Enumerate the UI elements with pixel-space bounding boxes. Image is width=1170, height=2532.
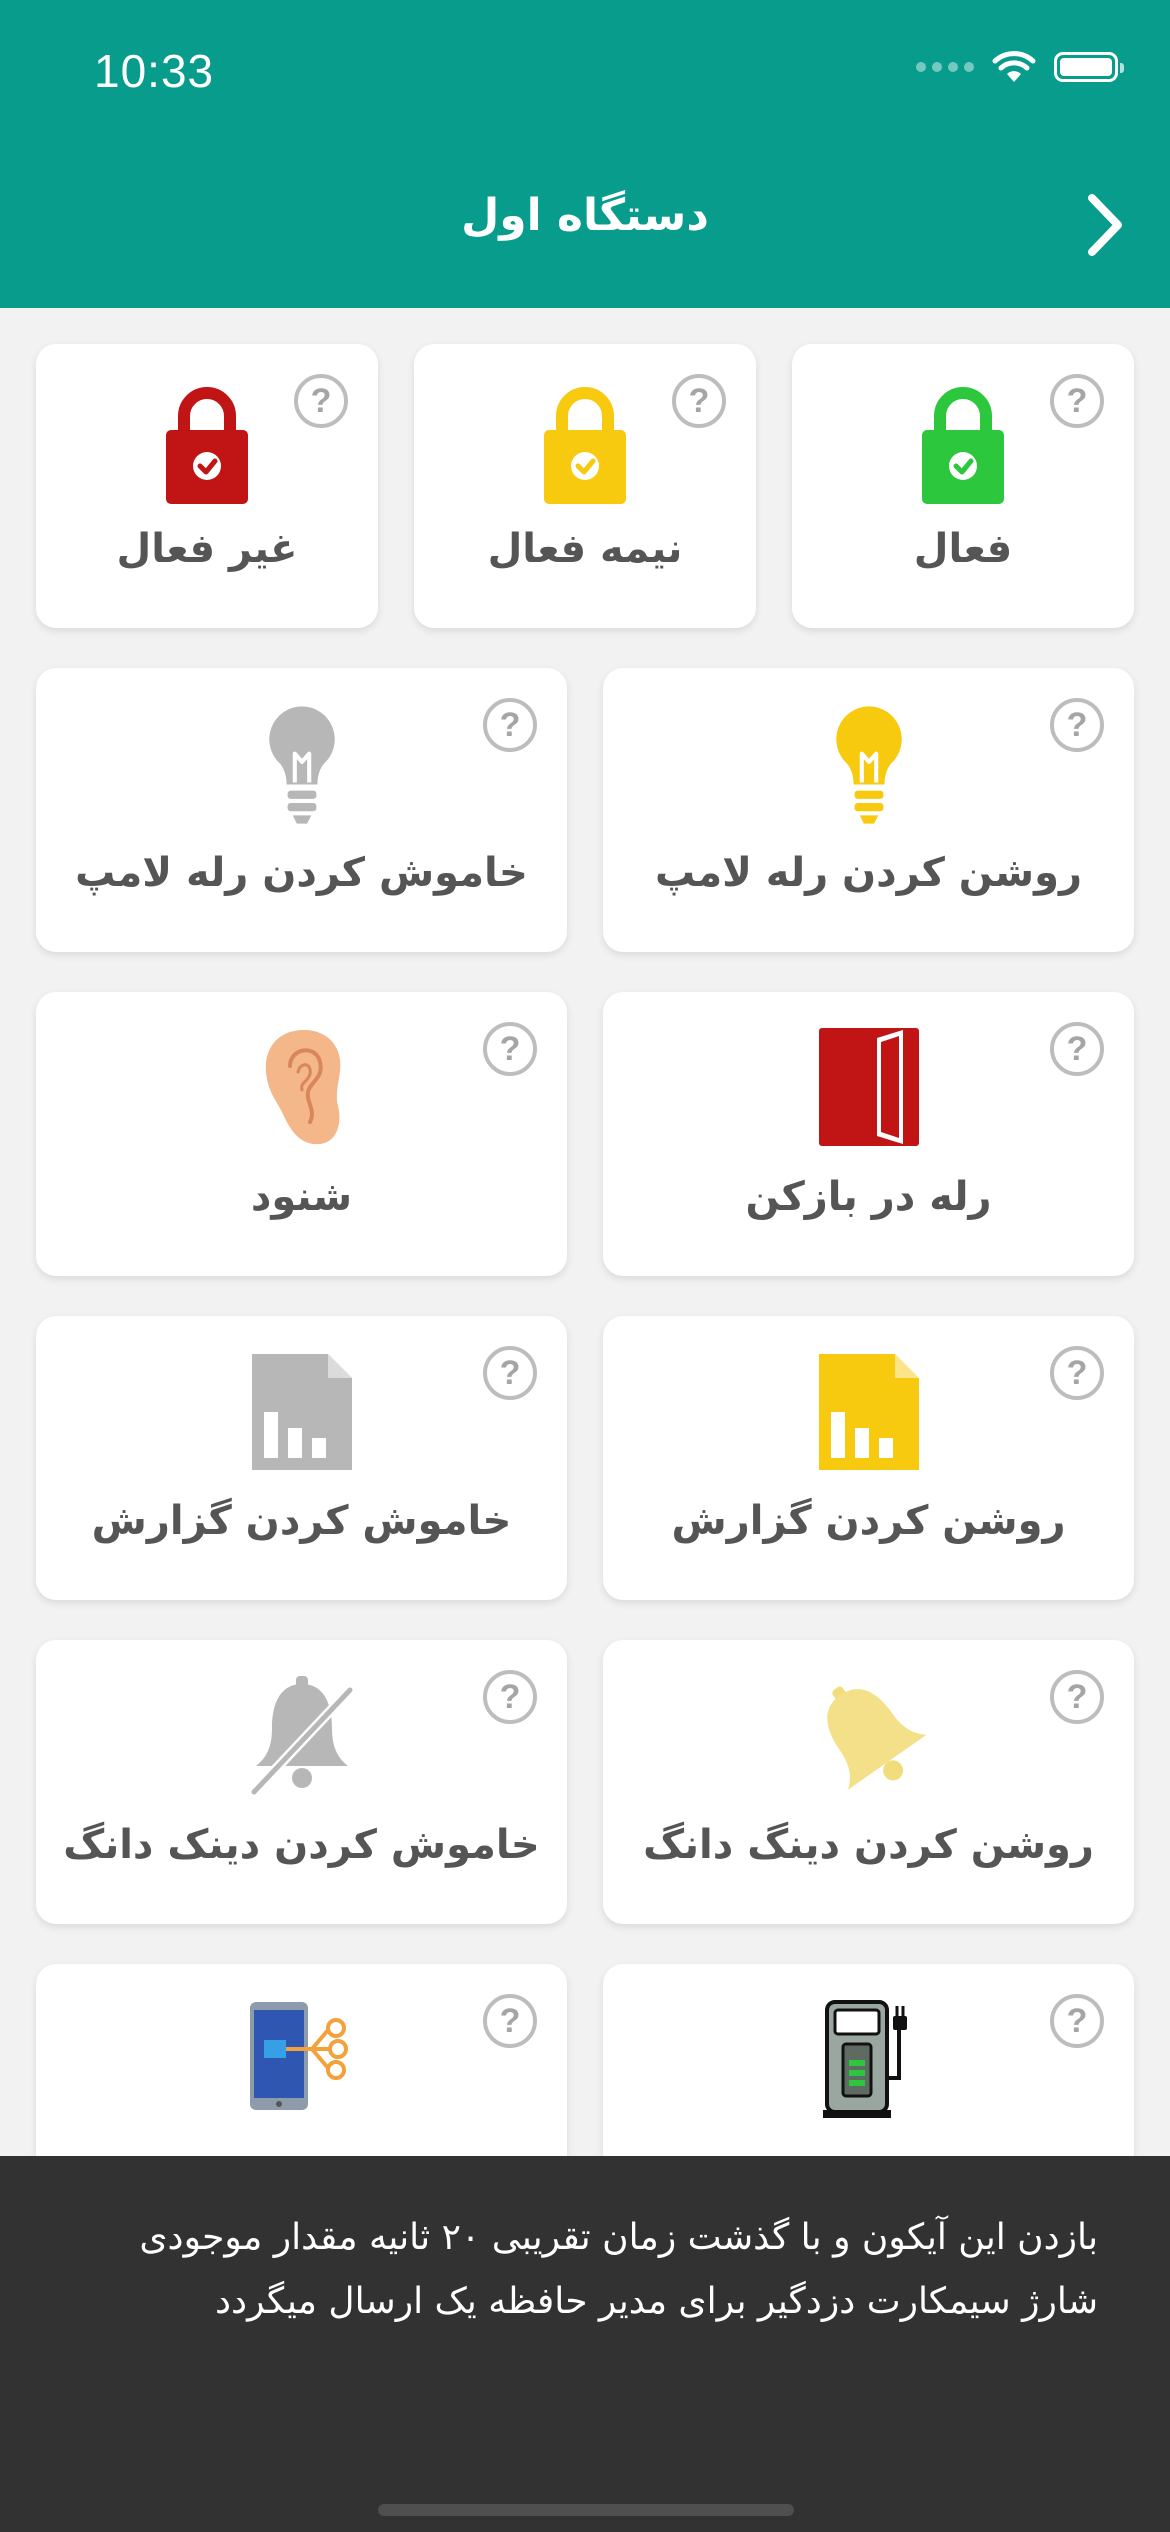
page-title: دستگاه اول bbox=[461, 190, 709, 241]
help-icon[interactable]: ? bbox=[1050, 1994, 1104, 2048]
report-on-icon bbox=[819, 1354, 919, 1470]
card-lamp-relay-off[interactable]: ? خاموش کردن رله لامپ bbox=[36, 668, 567, 952]
wifi-icon bbox=[992, 51, 1036, 82]
info-toast: بازدن این آیکون و با گذشت زمان تقریبی ۲۰… bbox=[0, 2156, 1170, 2532]
lock-yellow-icon bbox=[544, 387, 626, 504]
card-door-relay[interactable]: ? رله در بازکن bbox=[603, 992, 1134, 1276]
door-icon bbox=[819, 1028, 919, 1146]
bulb-on-icon bbox=[836, 706, 902, 824]
bulb-off-icon bbox=[269, 706, 335, 824]
card-inactive[interactable]: ? غیر فعال bbox=[36, 344, 378, 628]
help-icon[interactable]: ? bbox=[1050, 374, 1104, 428]
card-listen[interactable]: ? شنود bbox=[36, 992, 567, 1276]
help-icon[interactable]: ? bbox=[483, 1994, 537, 2048]
lock-red-icon bbox=[166, 387, 248, 504]
help-icon[interactable]: ? bbox=[483, 1346, 537, 1400]
help-icon[interactable]: ? bbox=[294, 374, 348, 428]
card-label: خاموش کردن رله لامپ bbox=[75, 850, 528, 896]
help-icon[interactable]: ? bbox=[1050, 1670, 1104, 1724]
card-ding-dong-off[interactable]: ? خاموش کردن دینک دانگ bbox=[36, 1640, 567, 1924]
lock-green-icon bbox=[922, 387, 1004, 504]
phone-network-icon bbox=[250, 2002, 348, 2110]
battery-icon bbox=[1054, 52, 1124, 82]
bell-on-icon bbox=[827, 1686, 927, 1790]
app-header: 10:33 دستگاه اول bbox=[0, 0, 1170, 308]
card-report-off[interactable]: ? خاموش کردن گزارش bbox=[36, 1316, 567, 1600]
card-label: روشن کردن رله لامپ bbox=[654, 850, 1082, 896]
charging-station-icon bbox=[823, 2000, 907, 2118]
cellular-signal-icon bbox=[916, 62, 974, 72]
help-icon[interactable]: ? bbox=[483, 1022, 537, 1076]
help-icon[interactable]: ? bbox=[1050, 698, 1104, 752]
home-indicator[interactable] bbox=[378, 2504, 794, 2516]
bell-off-icon bbox=[250, 1676, 354, 1796]
card-semi-active[interactable]: ? نیمه فعال bbox=[414, 344, 756, 628]
ear-icon bbox=[265, 1030, 341, 1145]
card-label: خاموش کردن گزارش bbox=[91, 1498, 512, 1544]
back-chevron-icon[interactable] bbox=[1076, 190, 1136, 260]
card-ding-dong-on[interactable]: ? روشن کردن دینگ دانگ bbox=[603, 1640, 1134, 1924]
card-label: فعال bbox=[913, 526, 1013, 572]
card-label: روشن کردن گزارش bbox=[671, 1498, 1066, 1544]
status-icons bbox=[916, 50, 1124, 84]
status-time: 10:33 bbox=[94, 45, 215, 97]
help-icon[interactable]: ? bbox=[483, 1670, 537, 1724]
toast-message: بازدن این آیکون و با گذشت زمان تقریبی ۲۰… bbox=[139, 2217, 1098, 2322]
help-icon[interactable]: ? bbox=[672, 374, 726, 428]
card-label: روشن کردن دینگ دانگ bbox=[643, 1822, 1094, 1868]
card-label: غیر فعال bbox=[116, 526, 298, 572]
card-label: خاموش کردن دینک دانگ bbox=[63, 1822, 540, 1868]
card-lamp-relay-on[interactable]: ? روشن کردن رله لامپ bbox=[603, 668, 1134, 952]
help-icon[interactable]: ? bbox=[1050, 1022, 1104, 1076]
help-icon[interactable]: ? bbox=[483, 698, 537, 752]
card-active[interactable]: ? فعال bbox=[792, 344, 1134, 628]
card-label: شنود bbox=[250, 1174, 353, 1220]
help-icon[interactable]: ? bbox=[1050, 1346, 1104, 1400]
card-label: رله در بازکن bbox=[745, 1174, 992, 1220]
card-report-on[interactable]: ? روشن کردن گزارش bbox=[603, 1316, 1134, 1600]
card-label: نیمه فعال bbox=[487, 526, 683, 572]
report-off-icon bbox=[252, 1354, 352, 1470]
